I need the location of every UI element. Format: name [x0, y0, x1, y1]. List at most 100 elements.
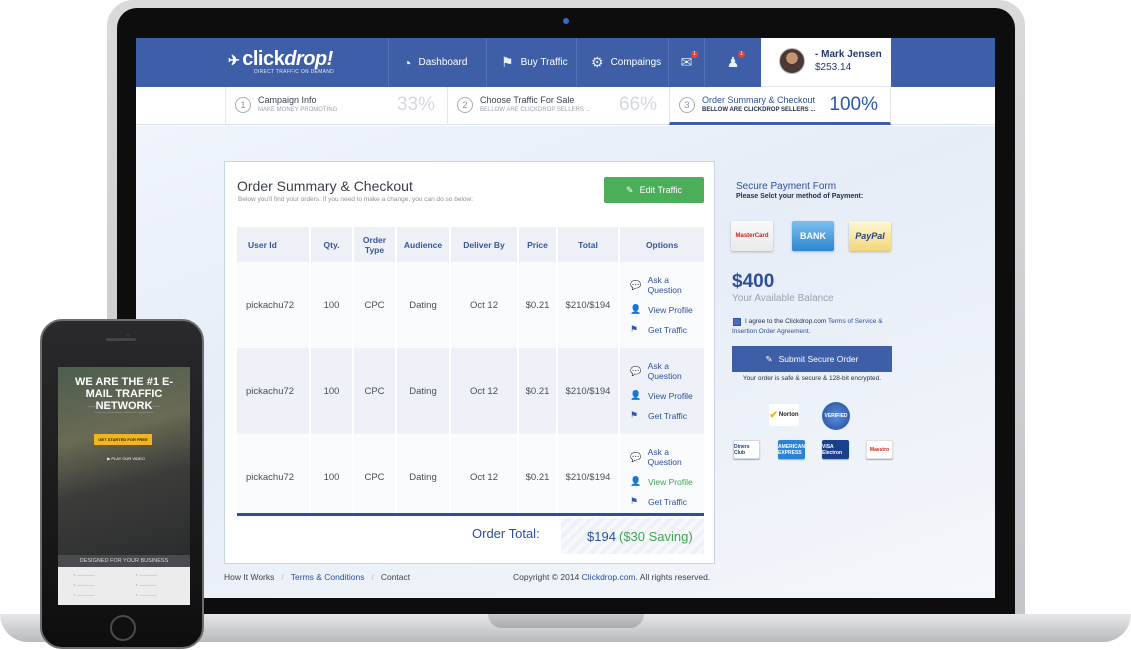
cell-order-type: CPC: [353, 348, 397, 434]
column-header[interactable]: Deliver By: [450, 227, 519, 262]
cell-user-id: pickachu72: [237, 348, 311, 434]
view-profile-link[interactable]: 👤 View Profile: [630, 390, 704, 401]
payment-mastercard[interactable]: MasterCard: [731, 221, 773, 251]
cell-order-type: CPC: [353, 262, 397, 348]
column-header[interactable]: Order Type: [353, 227, 397, 262]
ask-question-link[interactable]: 💬 Ask a Question: [630, 275, 704, 295]
cell-total: $210/$194: [557, 348, 620, 434]
user-name: - Mark Jensen: [815, 49, 882, 60]
phone-home-button[interactable]: [110, 615, 136, 641]
phone-feature-item: —————: [136, 593, 186, 599]
view-profile-link[interactable]: 👤 View Profile: [630, 304, 704, 315]
step-campaign-info[interactable]: 1 Campaign Info MAKE MONEY PROMOTING 33%: [225, 87, 447, 125]
edit-traffic-button[interactable]: ✎ Edit Traffic: [604, 177, 704, 203]
payment-bank[interactable]: BANK: [792, 221, 834, 251]
column-header[interactable]: Total: [557, 227, 620, 262]
norton-seal: Norton: [769, 404, 799, 426]
cell-price: $0.21: [518, 348, 558, 434]
order-total-value: $194: [587, 529, 616, 544]
phone-feature-item: —————: [74, 583, 124, 589]
table-row: pickachu72 100 CPC Dating Oct 12 $0.21 $…: [237, 434, 704, 520]
cell-user-id: pickachu72: [237, 434, 311, 520]
order-total-label: Order Total:: [472, 526, 540, 541]
balance-label: Your Available Balance: [732, 293, 834, 304]
step-choose-traffic[interactable]: 2 Choose Traffic For Sale BELLOW ARE CLI…: [447, 87, 669, 125]
avatar: [779, 48, 805, 74]
footer-link-contact[interactable]: Contact: [381, 572, 410, 582]
signpost-icon: ⚑: [501, 54, 514, 70]
cell-order-type: CPC: [353, 434, 397, 520]
notification-icon: ♟: [726, 54, 740, 70]
laptop-notch: [488, 614, 644, 628]
user-menu[interactable]: - Mark Jensen $253.14: [761, 38, 891, 87]
laptop-screen: ✈ clickdrop! DIRECT TRAFFIC ON DEMAND ◔ D…: [136, 38, 995, 598]
payment-title: Secure Payment Form: [736, 181, 837, 192]
get-traffic-link[interactable]: ⚑ Get Traffic: [630, 410, 704, 421]
footer-link-terms[interactable]: Terms & Conditions: [291, 572, 365, 582]
cell-audience: Dating: [396, 348, 451, 434]
payment-paypal[interactable]: PayPal: [849, 221, 891, 251]
cell-price: $0.21: [518, 262, 558, 348]
order-subtitle: Below you'll find your orders. If you ne…: [238, 196, 474, 203]
cell-audience: Dating: [396, 434, 451, 520]
step-order-summary[interactable]: 3 Order Summary & Checkout BELLOW ARE CL…: [669, 87, 891, 125]
maestro-card-logo: Maestro: [866, 440, 893, 459]
nav-mail[interactable]: ✉ 1: [668, 38, 704, 87]
phone-cta-button[interactable]: GET STARTED FOR FREE: [94, 434, 152, 445]
speedometer-icon: ◔: [403, 54, 412, 71]
nav-compaings[interactable]: ⚙ Compaings: [576, 38, 668, 87]
mail-badge: 1: [691, 51, 698, 58]
ask-question-link[interactable]: 💬 Ask a Question: [630, 361, 704, 381]
user-balance: $253.14: [815, 62, 852, 73]
signpost-icon: ⚑: [630, 324, 639, 334]
visa-electron-card-logo: VISA Electron: [822, 440, 849, 459]
user-icon: 👤: [630, 390, 642, 400]
phone-frame: WE ARE THE #1 E-MAIL TRAFFIC NETWORK ———…: [40, 319, 204, 649]
column-header: Options: [619, 227, 704, 262]
phone-feature-item: —————: [74, 593, 124, 599]
phone-play-video[interactable]: ▶ PLAY OUR VIDEO: [102, 456, 150, 461]
nav-buy-traffic[interactable]: ⚑ Buy Traffic: [486, 38, 576, 87]
user-icon: 👤: [630, 476, 642, 486]
phone-feature-list: ————— ————— ————— ————— ————— —————: [58, 567, 190, 605]
nav-dashboard[interactable]: ◔ Dashboard: [388, 38, 486, 87]
agree-text: I agree to the Clickdrop.com Terms of Se…: [732, 318, 883, 335]
phone-feature-item: —————: [136, 583, 186, 589]
ask-question-link[interactable]: 💬 Ask a Question: [630, 447, 704, 467]
submit-order-button[interactable]: ✎ Submit Secure Order: [732, 346, 892, 372]
nav-notifications[interactable]: ♟ 1: [704, 38, 761, 87]
footer-link-how-it-works[interactable]: How It Works: [224, 572, 274, 582]
checkout-steps: 1 Campaign Info MAKE MONEY PROMOTING 33%…: [136, 87, 995, 125]
pencil-icon: ✎: [765, 353, 773, 364]
orders-table: User Id Qty. Order Type Audience Deliver…: [237, 227, 704, 520]
table-row: pickachu72 100 CPC Dating Oct 12 $0.21 $…: [237, 262, 704, 348]
notification-badge: 1: [738, 51, 745, 58]
column-header[interactable]: User Id: [237, 227, 311, 262]
step-percent: 33%: [396, 94, 435, 115]
table-row: pickachu72 100 CPC Dating Oct 12 $0.21 $…: [237, 348, 704, 434]
top-navigation: ✈ clickdrop! DIRECT TRAFFIC ON DEMAND ◔ D…: [136, 38, 995, 87]
phone-screen: WE ARE THE #1 E-MAIL TRAFFIC NETWORK ———…: [58, 367, 190, 605]
cell-qty: 100: [310, 262, 354, 348]
table-divider: [237, 513, 704, 516]
phone-speaker: [106, 338, 136, 341]
cell-deliver-by: Oct 12: [450, 434, 519, 520]
column-header[interactable]: Audience: [396, 227, 451, 262]
cell-qty: 100: [310, 434, 354, 520]
cell-total: $210/$194: [557, 434, 620, 520]
logo[interactable]: ✈ clickdrop!: [228, 48, 333, 71]
cell-audience: Dating: [396, 262, 451, 348]
phone-camera: [126, 333, 130, 337]
footer-brand-link[interactable]: Clickdrop.com: [582, 572, 636, 582]
amex-card-logo: AMERICAN EXPRESS: [778, 440, 805, 459]
order-summary-card: Order Summary & Checkout Below you'll fi…: [224, 161, 715, 564]
view-profile-link[interactable]: 👤 View Profile: [630, 476, 704, 487]
column-header[interactable]: Price: [518, 227, 558, 262]
column-header[interactable]: Qty.: [310, 227, 354, 262]
chat-icon: 💬: [630, 451, 642, 462]
get-traffic-link[interactable]: ⚑ Get Traffic: [630, 324, 704, 335]
cell-price: $0.21: [518, 434, 558, 520]
phone-hero: WE ARE THE #1 E-MAIL TRAFFIC NETWORK ———…: [58, 367, 190, 555]
get-traffic-link[interactable]: ⚑ Get Traffic: [630, 496, 704, 507]
chat-icon: 💬: [630, 279, 642, 290]
